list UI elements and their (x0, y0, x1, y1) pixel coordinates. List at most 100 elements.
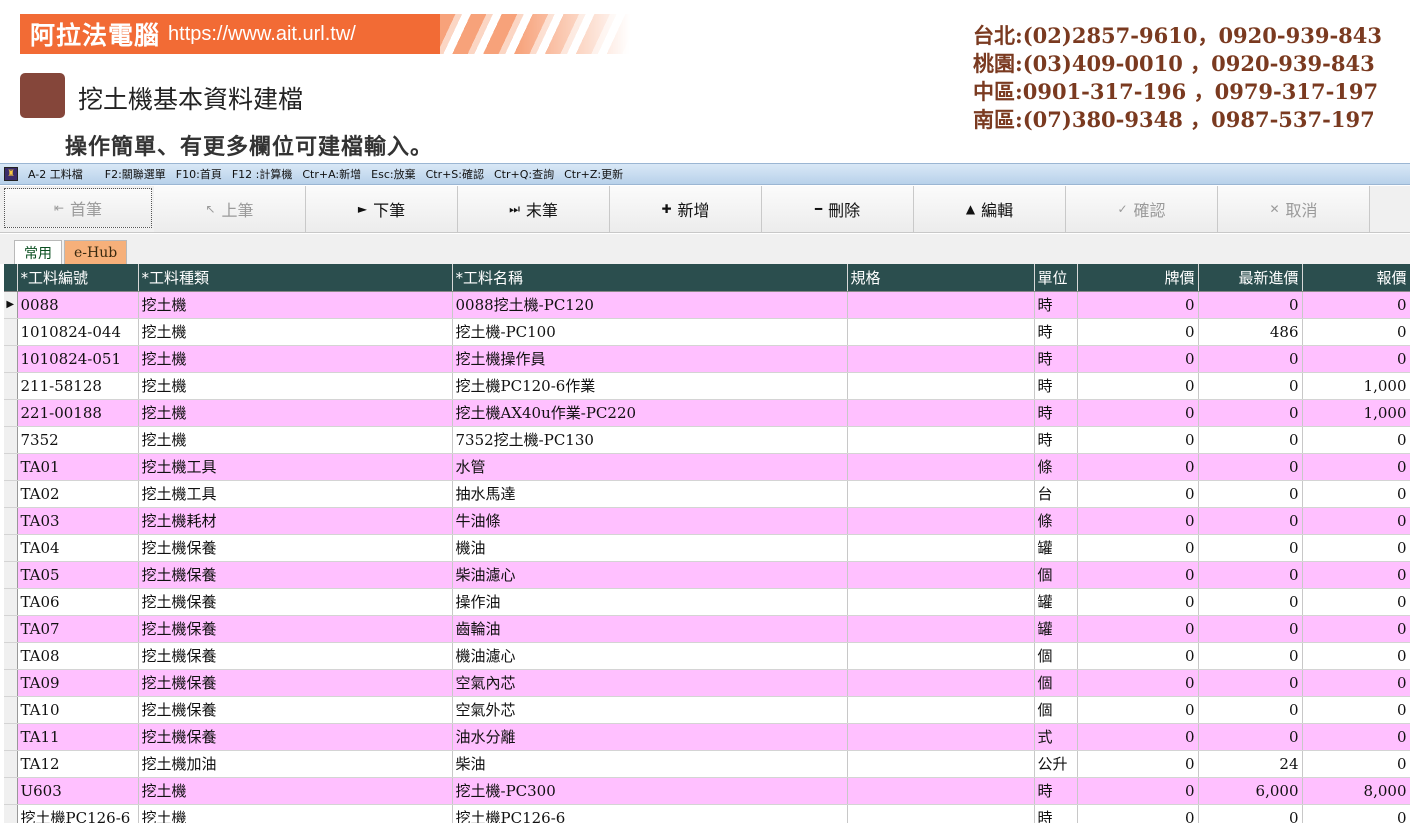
table-cell[interactable] (847, 588, 1035, 616)
table-cell[interactable]: TA12 (17, 750, 139, 778)
table-cell[interactable]: 0 (1077, 318, 1199, 346)
table-cell[interactable] (847, 318, 1035, 346)
table-cell[interactable]: 7352 (17, 426, 139, 454)
table-cell[interactable]: 0 (1198, 804, 1303, 823)
tab-common[interactable]: 常用 (14, 240, 62, 264)
row-selector[interactable] (4, 399, 18, 427)
row-selector[interactable] (4, 426, 18, 454)
table-cell[interactable]: TA06 (17, 588, 139, 616)
table-cell[interactable]: 式 (1034, 723, 1078, 751)
first-record-button[interactable]: ⇤ 首筆 (4, 188, 152, 228)
table-cell[interactable]: 0 (1302, 588, 1410, 616)
table-cell[interactable]: 7352挖土機-PC130 (452, 426, 848, 454)
table-cell[interactable]: 0088挖土機-PC120 (452, 291, 848, 319)
table-cell[interactable]: 0 (1302, 750, 1410, 778)
table-cell[interactable]: 0 (1198, 561, 1303, 589)
prev-record-button[interactable]: ↖ 上筆 (154, 186, 306, 232)
table-cell[interactable]: 柴油 (452, 750, 848, 778)
column-header[interactable]: *工料編號 (17, 264, 139, 292)
table-cell[interactable]: TA09 (17, 669, 139, 697)
row-selector[interactable] (4, 453, 18, 481)
table-cell[interactable]: 0 (1198, 696, 1303, 724)
table-cell[interactable]: 0 (1077, 453, 1199, 481)
table-cell[interactable]: 挖土機耗材 (138, 507, 453, 535)
table-cell[interactable]: 挖土機 (138, 318, 453, 346)
table-cell[interactable]: 齒輪油 (452, 615, 848, 643)
table-cell[interactable]: 空氣外芯 (452, 696, 848, 724)
row-selector[interactable] (4, 777, 18, 805)
table-cell[interactable]: 個 (1034, 669, 1078, 697)
table-cell[interactable]: 0 (1302, 561, 1410, 589)
table-cell[interactable]: 時 (1034, 318, 1078, 346)
table-row[interactable]: TA08 挖土機保養 機油濾心個 0 0 0 (4, 642, 1410, 670)
table-row[interactable]: TA04 挖土機保養 機油罐 0 0 0 (4, 534, 1410, 562)
table-cell[interactable]: 挖土機保養 (138, 723, 453, 751)
table-cell[interactable]: 0 (1077, 291, 1199, 319)
table-cell[interactable]: 油水分離 (452, 723, 848, 751)
table-cell[interactable]: 挖土機PC126-6 (452, 804, 848, 823)
table-cell[interactable]: 0 (1198, 723, 1303, 751)
table-cell[interactable]: 挖土機 (138, 426, 453, 454)
table-cell[interactable]: 0 (1302, 804, 1410, 823)
column-header[interactable]: 最新進價 (1198, 264, 1303, 292)
table-cell[interactable]: TA04 (17, 534, 139, 562)
table-cell[interactable]: 0 (1077, 534, 1199, 562)
table-cell[interactable]: 罐 (1034, 588, 1078, 616)
table-cell[interactable]: 挖土機工具 (138, 480, 453, 508)
table-cell[interactable]: 1,000 (1302, 372, 1410, 400)
table-cell[interactable]: 挖土機保養 (138, 561, 453, 589)
brand-url[interactable]: https://www.ait.url.tw/ (168, 23, 356, 46)
table-cell[interactable]: 挖土機PC126-6 (17, 804, 139, 823)
table-cell[interactable]: TA05 (17, 561, 139, 589)
table-cell[interactable]: 時 (1034, 291, 1078, 319)
table-cell[interactable]: 0088 (17, 291, 139, 319)
table-cell[interactable]: 486 (1198, 318, 1303, 346)
table-cell[interactable]: 0 (1302, 453, 1410, 481)
table-cell[interactable]: 柴油濾心 (452, 561, 848, 589)
table-cell[interactable]: 挖土機 (138, 345, 453, 373)
column-header[interactable]: 單位 (1034, 264, 1078, 292)
table-cell[interactable]: 0 (1077, 588, 1199, 616)
table-cell[interactable]: 1,000 (1302, 399, 1410, 427)
table-row[interactable]: TA09 挖土機保養 空氣內芯個 0 0 0 (4, 669, 1410, 697)
column-header[interactable]: 規格 (847, 264, 1035, 292)
table-cell[interactable]: 挖土機 (138, 804, 453, 823)
table-cell[interactable]: 個 (1034, 696, 1078, 724)
table-cell[interactable]: 挖土機PC120-6作業 (452, 372, 848, 400)
table-cell[interactable]: 0 (1198, 480, 1303, 508)
table-cell[interactable]: 0 (1077, 480, 1199, 508)
table-row[interactable]: 挖土機PC126-6 挖土機 挖土機PC126-6 時 0 0 0 (4, 804, 1410, 823)
table-cell[interactable] (847, 777, 1035, 805)
row-selector[interactable] (4, 723, 18, 751)
next-record-button[interactable]: ► 下筆 (306, 186, 458, 232)
table-row[interactable]: 211-58128 挖土機 挖土機PC120-6作業時 0 0 1,000 (4, 372, 1410, 400)
table-cell[interactable]: 0 (1077, 696, 1199, 724)
table-cell[interactable]: 0 (1077, 723, 1199, 751)
column-header[interactable]: *工料名稱 (452, 264, 848, 292)
table-cell[interactable]: 0 (1198, 642, 1303, 670)
table-cell[interactable]: 0 (1198, 345, 1303, 373)
column-header[interactable]: 報價 (1302, 264, 1410, 292)
table-cell[interactable]: U603 (17, 777, 139, 805)
table-cell[interactable]: 0 (1302, 426, 1410, 454)
table-cell[interactable]: TA07 (17, 615, 139, 643)
table-cell[interactable]: 0 (1198, 372, 1303, 400)
table-cell[interactable] (847, 723, 1035, 751)
row-selector[interactable] (4, 345, 18, 373)
table-cell[interactable]: 0 (1198, 453, 1303, 481)
table-cell[interactable]: 221-00188 (17, 399, 139, 427)
table-cell[interactable]: 挖土機-PC300 (452, 777, 848, 805)
table-cell[interactable]: 挖土機 (138, 777, 453, 805)
table-row[interactable]: 221-00188 挖土機 挖土機AX40u作業-PC220 時 0 0 1,000 (4, 399, 1410, 427)
table-cell[interactable]: 0 (1302, 480, 1410, 508)
row-selector[interactable] (4, 507, 18, 535)
table-cell[interactable]: 挖土機保養 (138, 696, 453, 724)
table-cell[interactable] (847, 642, 1035, 670)
table-cell[interactable]: 0 (1198, 669, 1303, 697)
table-cell[interactable]: TA01 (17, 453, 139, 481)
table-row[interactable]: TA11 挖土機保養 油水分離式 0 0 0 (4, 723, 1410, 751)
table-cell[interactable] (847, 372, 1035, 400)
table-row[interactable]: TA06 挖土機保養 操作油罐 0 0 0 (4, 588, 1410, 616)
table-cell[interactable]: 時 (1034, 804, 1078, 823)
cancel-button[interactable]: ✕ 取消 (1218, 186, 1370, 232)
